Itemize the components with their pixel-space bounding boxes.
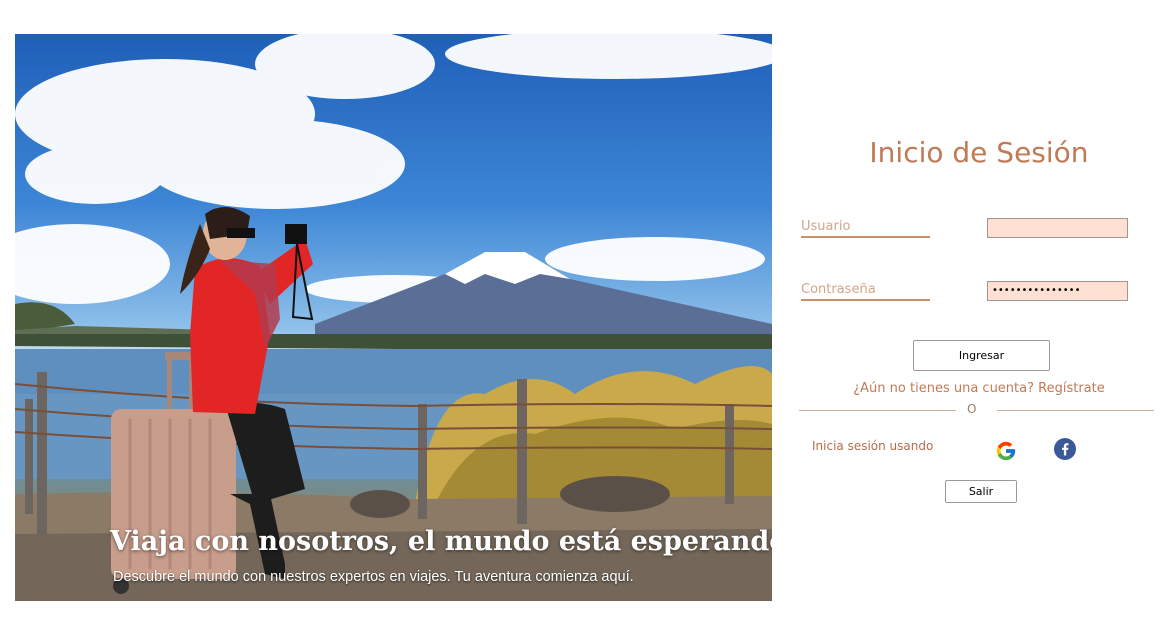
- password-label: Contraseña: [801, 282, 930, 301]
- exit-button[interactable]: Salir: [945, 480, 1017, 503]
- google-icon[interactable]: [995, 440, 1017, 462]
- hero-image: Viaja con nosotros, el mundo está espera…: [15, 34, 772, 601]
- login-title: Inicio de Sesión: [869, 136, 1089, 169]
- hero-title: Viaja con nosotros, el mundo está espera…: [110, 526, 772, 557]
- password-input[interactable]: •••••••••••••••: [987, 281, 1128, 301]
- register-link[interactable]: ¿Aún no tienes una cuenta? Regístrate: [790, 381, 1167, 396]
- hero-subtitle: Descubre el mundo con nuestros expertos …: [113, 569, 634, 585]
- social-login-label: Inicia sesión usando: [812, 439, 934, 453]
- divider-text: O: [967, 402, 977, 416]
- hero-illustration: [15, 34, 772, 601]
- login-button[interactable]: Ingresar: [913, 340, 1050, 371]
- username-label: Usuario: [801, 219, 930, 238]
- facebook-icon[interactable]: [1054, 438, 1076, 460]
- username-input[interactable]: [987, 218, 1128, 238]
- divider-right: [997, 410, 1154, 411]
- divider-left: [799, 410, 956, 411]
